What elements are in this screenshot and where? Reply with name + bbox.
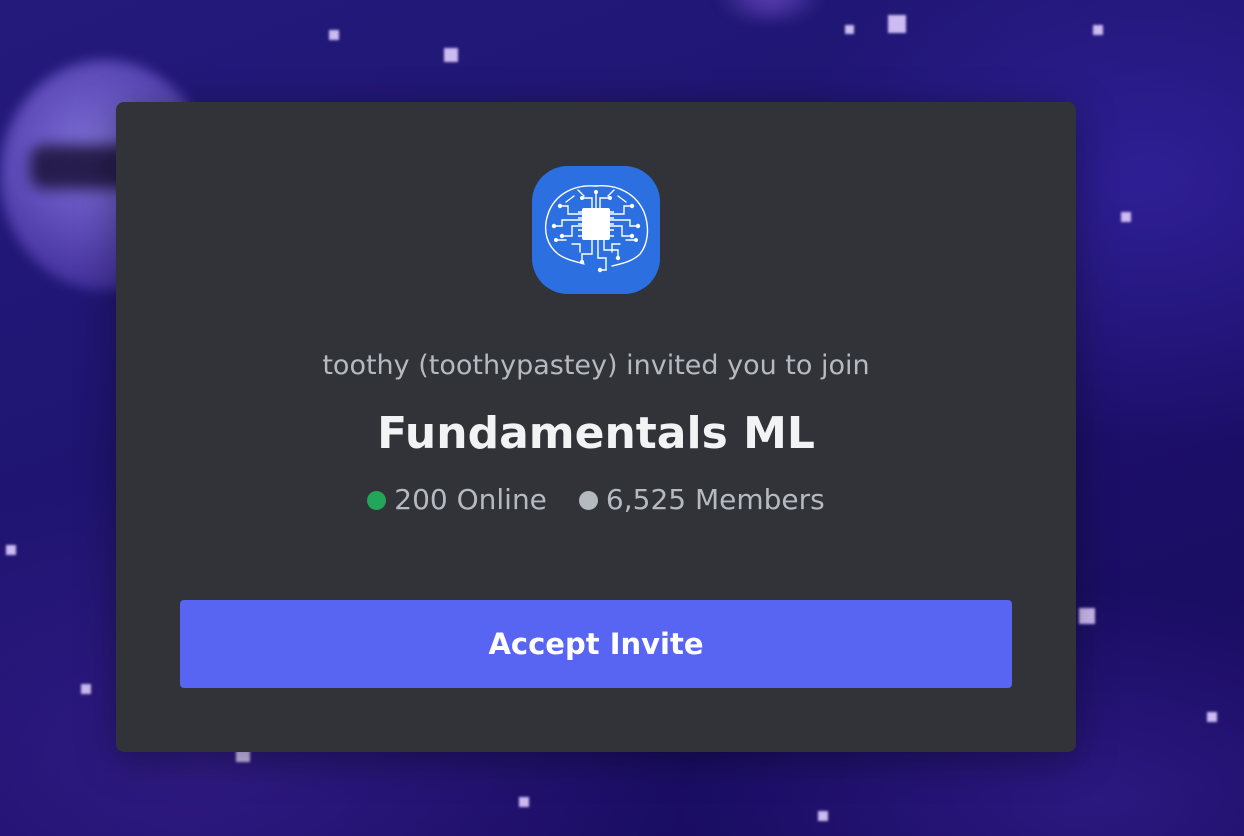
accept-invite-button[interactable]: Accept Invite	[180, 600, 1012, 688]
server-name: Fundamentals ML	[377, 408, 815, 459]
invite-modal: toothy (toothypastey) invited you to joi…	[116, 102, 1076, 752]
server-stats: 200 Online 6,525 Members	[116, 480, 1076, 520]
orb-decoration	[700, 0, 840, 20]
star-decoration	[888, 15, 906, 33]
online-status-dot-icon	[367, 490, 387, 510]
star-decoration	[6, 545, 16, 555]
members-status-dot-icon	[578, 490, 598, 510]
star-decoration	[444, 48, 458, 62]
star-decoration	[1093, 25, 1103, 35]
star-decoration	[818, 811, 828, 821]
star-decoration	[1079, 608, 1095, 624]
member-count: 6,525 Members	[605, 483, 825, 516]
online-count: 200 Online	[394, 483, 547, 516]
accept-invite-label: Accept Invite	[488, 627, 704, 661]
inviter-message: toothy (toothypastey) invited you to joi…	[322, 350, 870, 381]
members-stat: 6,525 Members	[578, 480, 825, 520]
online-stat: 200 Online	[367, 480, 547, 520]
star-decoration	[845, 25, 854, 34]
star-decoration	[1121, 212, 1131, 222]
brain-chip-circuit-icon	[532, 166, 660, 294]
star-decoration	[329, 30, 339, 40]
star-decoration	[519, 797, 529, 807]
star-decoration	[81, 684, 91, 694]
star-decoration	[1207, 712, 1217, 722]
